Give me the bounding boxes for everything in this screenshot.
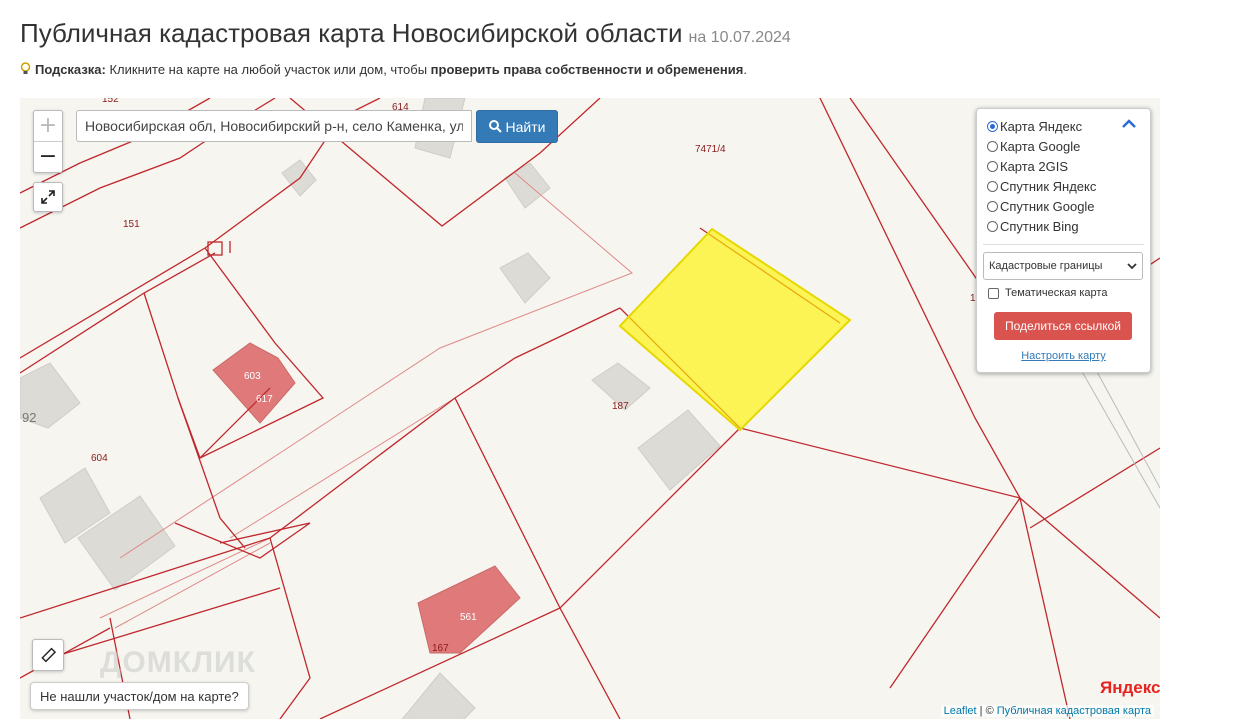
zoom-control: + − [33,110,63,173]
search-input[interactable] [76,110,472,142]
radio-icon [987,121,998,132]
layer-option-label: Спутник Google [1000,199,1095,214]
hint-strong: проверить права собственности и обремене… [430,62,744,77]
chevron-up-icon[interactable] [1122,119,1136,129]
layer-option-label: Карта Google [1000,139,1081,154]
layer-option-google-map[interactable]: Карта Google [987,139,1080,154]
hint-text: Кликните на карте на любой участок или д… [105,62,431,77]
layer-option-label: Карта 2GIS [1000,159,1069,174]
not-found-button[interactable]: Не нашли участок/дом на карте? [30,682,249,710]
radio-icon [987,201,998,212]
date-label: на 10.07.2024 [688,29,791,46]
parcel-label-617: 617 [256,394,273,405]
parcel-label-167: 167 [432,643,449,654]
radio-icon [987,221,998,232]
ruler-icon [41,647,56,663]
yandex-logo: Яндекс [1100,678,1160,698]
attribution: Leaflet | © Публичная кадастровая карта [940,705,1154,717]
leaflet-link[interactable]: Leaflet [944,705,977,717]
layers-panel: Карта Яндекс Карта Google Карта 2GIS Спу… [976,108,1151,373]
hint-prefix: Подсказка: [35,62,106,77]
select-value: Кадастровые границы [989,260,1103,272]
zoom-in-button[interactable]: + [34,111,62,142]
yandex-logo-text: Яндекс [1100,678,1160,697]
setup-map-link[interactable]: Настроить карту [977,350,1150,362]
boundaries-select[interactable]: Кадастровые границы [983,252,1143,280]
attribution-sep: | © [976,705,997,717]
lightbulb-icon [20,62,31,74]
layer-option-google-satellite[interactable]: Спутник Google [987,199,1095,214]
parcel-label-561: 561 [460,612,477,623]
find-button[interactable]: Найти [476,110,558,143]
radio-icon [987,141,998,152]
fullscreen-button[interactable] [33,182,63,212]
chevron-down-icon [1127,262,1137,269]
radio-icon [987,161,998,172]
zoom-out-button[interactable]: − [34,142,62,172]
share-link-button[interactable]: Поделиться ссылкой [994,312,1132,340]
parcel-label-152: 152 [102,98,119,105]
hint: Подсказка: Кликните на карте на любой уч… [20,62,747,77]
divider [983,244,1144,245]
layer-option-label: Спутник Bing [1000,219,1079,234]
search-icon [488,120,502,133]
layer-option-yandex-satellite[interactable]: Спутник Яндекс [987,179,1096,194]
expand-icon [41,190,55,204]
layer-option-2gis-map[interactable]: Карта 2GIS [987,159,1068,174]
source-link[interactable]: Публичная кадастровая карта [997,705,1151,717]
parcel-label-187: 187 [612,401,629,412]
cadastral-map[interactable]: 152 614 7471/4 151 603 617 187 92 604 56… [20,98,1160,719]
checkbox-icon [988,287,999,299]
watermark: ДОМКЛИК [100,646,256,679]
radio-icon [987,181,998,192]
parcel-label-604: 604 [91,453,108,464]
title-text: Публичная кадастровая карта Новосибирско… [20,18,683,48]
layer-option-yandex-map[interactable]: Карта Яндекс [987,119,1082,134]
layer-option-bing-satellite[interactable]: Спутник Bing [987,219,1079,234]
thematic-label: Тематическая карта [1005,287,1108,299]
selected-parcel [618,227,852,432]
parcel-label-151: 151 [123,219,140,230]
layer-option-label: Спутник Яндекс [1000,179,1097,194]
page-title: Публичная кадастровая карта Новосибирско… [20,18,791,49]
parcel-label-7471: 7471/4 [695,144,726,155]
layer-option-label: Карта Яндекс [1000,119,1083,134]
hint-suffix: . [743,62,747,77]
thematic-map-checkbox[interactable]: Тематическая карта [988,287,1107,299]
find-label: Найти [505,118,546,135]
parcel-label-92: 92 [22,410,37,425]
measure-button[interactable] [32,639,64,671]
parcel-label-603: 603 [244,371,261,382]
